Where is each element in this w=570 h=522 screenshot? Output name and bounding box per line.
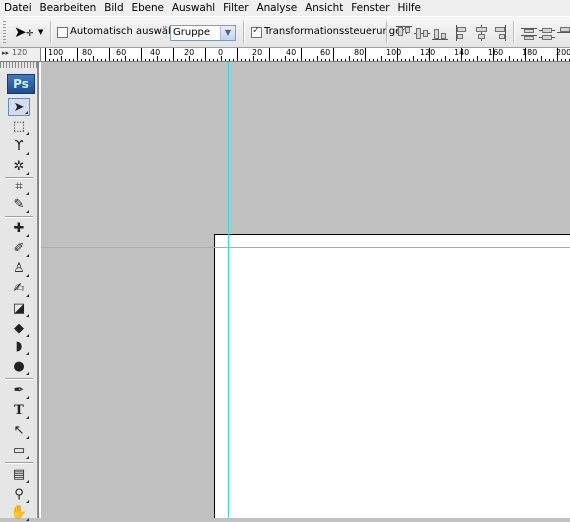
ruler-label: 60 <box>320 48 331 57</box>
ruler-label: 180 <box>522 48 538 57</box>
marquee-tool-icon[interactable]: ⬚ <box>8 118 30 136</box>
pen-tool-icon[interactable]: ✒ <box>8 382 30 400</box>
magic-wand-tool-icon[interactable]: ✲ <box>8 158 30 176</box>
auto-select-checkbox[interactable] <box>57 27 68 38</box>
ruler-label: 80 <box>82 48 93 57</box>
type-tool-icon[interactable]: T <box>8 402 30 420</box>
tools-panel-header[interactable] <box>0 62 37 68</box>
menu-bearbeiten[interactable]: Bearbeiten <box>36 2 101 14</box>
slice-tool-icon[interactable]: ✎ <box>8 196 30 214</box>
horizontal-guide[interactable] <box>41 247 570 248</box>
distribute-top-icon[interactable] <box>521 25 537 41</box>
lasso-tool-icon[interactable]: ϒ <box>8 138 30 156</box>
align-top-icon[interactable] <box>396 25 412 41</box>
menu-filter[interactable]: Filter <box>219 2 252 14</box>
ruler-label: 160 <box>488 48 504 57</box>
options-bar: ➤ ✛ ▼ Automatisch auswählen: Gruppe ▼ Tr… <box>0 16 570 48</box>
vertical-ruler[interactable] <box>38 62 41 518</box>
ruler-label: 140 <box>454 48 470 57</box>
move-tool-icon: ➤ <box>14 23 27 41</box>
horizontal-ruler[interactable]: 100 80 60 40 20 0 20 40 60 80 100 120 14… <box>41 48 570 62</box>
tool-preset-picker[interactable]: ➤ ✛ ▼ <box>12 23 46 43</box>
ruler-label: 200 <box>556 48 570 57</box>
separator <box>5 216 33 218</box>
paint-bucket-tool-icon[interactable]: ◆ <box>8 320 30 338</box>
menu-datei[interactable]: Datei <box>0 2 36 14</box>
separator <box>5 462 33 464</box>
menu-bar: Datei Bearbeiten Bild Ebene Auswahl Filt… <box>0 0 570 16</box>
ruler-label: 100 <box>48 48 64 57</box>
distribute-vertical-center-icon[interactable] <box>539 25 555 41</box>
options-bar-gripper[interactable] <box>3 21 6 43</box>
ruler-label: 120 <box>420 48 436 57</box>
ruler-label: 100 <box>386 48 402 57</box>
document-canvas[interactable] <box>214 234 570 518</box>
crop-tool-icon[interactable]: ⌗ <box>8 178 30 196</box>
separator <box>513 21 515 43</box>
eyedropper-tool-icon[interactable]: ⚲ <box>8 486 30 504</box>
menu-analyse[interactable]: Analyse <box>253 2 302 14</box>
align-right-icon[interactable] <box>491 25 507 41</box>
panel-collapse-icon[interactable]: ▸▸ <box>2 49 9 57</box>
move-tool-icon[interactable]: ➤ <box>8 98 30 116</box>
plus-icon: ✛ <box>26 29 34 39</box>
chevron-down-icon: ▼ <box>38 28 44 36</box>
menu-ansicht[interactable]: Ansicht <box>301 2 347 14</box>
separator <box>5 378 33 380</box>
ruler-label: 60 <box>116 48 127 57</box>
transform-controls-checkbox[interactable] <box>251 25 262 38</box>
menu-auswahl[interactable]: Auswahl <box>168 2 219 14</box>
distribute-bottom-icon[interactable] <box>557 25 570 41</box>
align-left-icon[interactable] <box>455 25 471 41</box>
vertical-guide[interactable] <box>228 62 229 518</box>
photoshop-logo[interactable]: Ps <box>7 74 35 94</box>
ruler-label: 40 <box>150 48 161 57</box>
clone-stamp-tool-icon[interactable]: ♙ <box>8 260 30 278</box>
dodge-tool-icon[interactable]: ● <box>8 358 30 376</box>
ruler-label: 20 <box>252 48 263 57</box>
brush-tool-icon[interactable]: ✐ <box>8 240 30 258</box>
align-vertical-center-icon[interactable] <box>414 25 430 41</box>
menu-bild[interactable]: Bild <box>100 2 127 14</box>
menu-ebene[interactable]: Ebene <box>128 2 168 14</box>
separator <box>50 21 52 43</box>
hand-tool-icon[interactable]: ✋ <box>8 504 30 522</box>
ruler-label: 40 <box>286 48 297 57</box>
align-bottom-icon[interactable] <box>432 25 448 41</box>
ruler-corner-label: 120 <box>12 48 28 57</box>
notes-tool-icon[interactable]: ▤ <box>8 466 30 484</box>
align-horizontal-center-icon[interactable] <box>473 25 489 41</box>
ruler-label: 0 <box>218 48 224 57</box>
separator <box>243 21 245 43</box>
auto-select-dropdown[interactable]: Gruppe ▼ <box>170 25 236 41</box>
chevron-down-icon: ▼ <box>220 26 235 40</box>
eraser-tool-icon[interactable]: ◪ <box>8 300 30 318</box>
blur-tool-icon[interactable]: ◗ <box>8 338 30 356</box>
tools-panel: Ps ➤ ⬚ ϒ ✲ ⌗ ✎ ✚ ✐ ♙ ✍ ◪ ◆ ◗ ● ✒ T ↖ ▭ ▤… <box>0 62 38 521</box>
ruler-label: 20 <box>184 48 195 57</box>
shape-tool-icon[interactable]: ▭ <box>8 442 30 460</box>
menu-fenster[interactable]: Fenster <box>347 2 393 14</box>
path-selection-tool-icon[interactable]: ↖ <box>8 422 30 440</box>
ruler-origin[interactable]: ▸▸ 120 <box>0 48 41 62</box>
menu-hilfe[interactable]: Hilfe <box>393 2 424 14</box>
ruler-label: 80 <box>354 48 365 57</box>
history-brush-tool-icon[interactable]: ✍ <box>8 280 30 298</box>
healing-brush-tool-icon[interactable]: ✚ <box>8 220 30 238</box>
auto-select-value: Gruppe <box>173 27 211 38</box>
separator <box>386 21 388 43</box>
